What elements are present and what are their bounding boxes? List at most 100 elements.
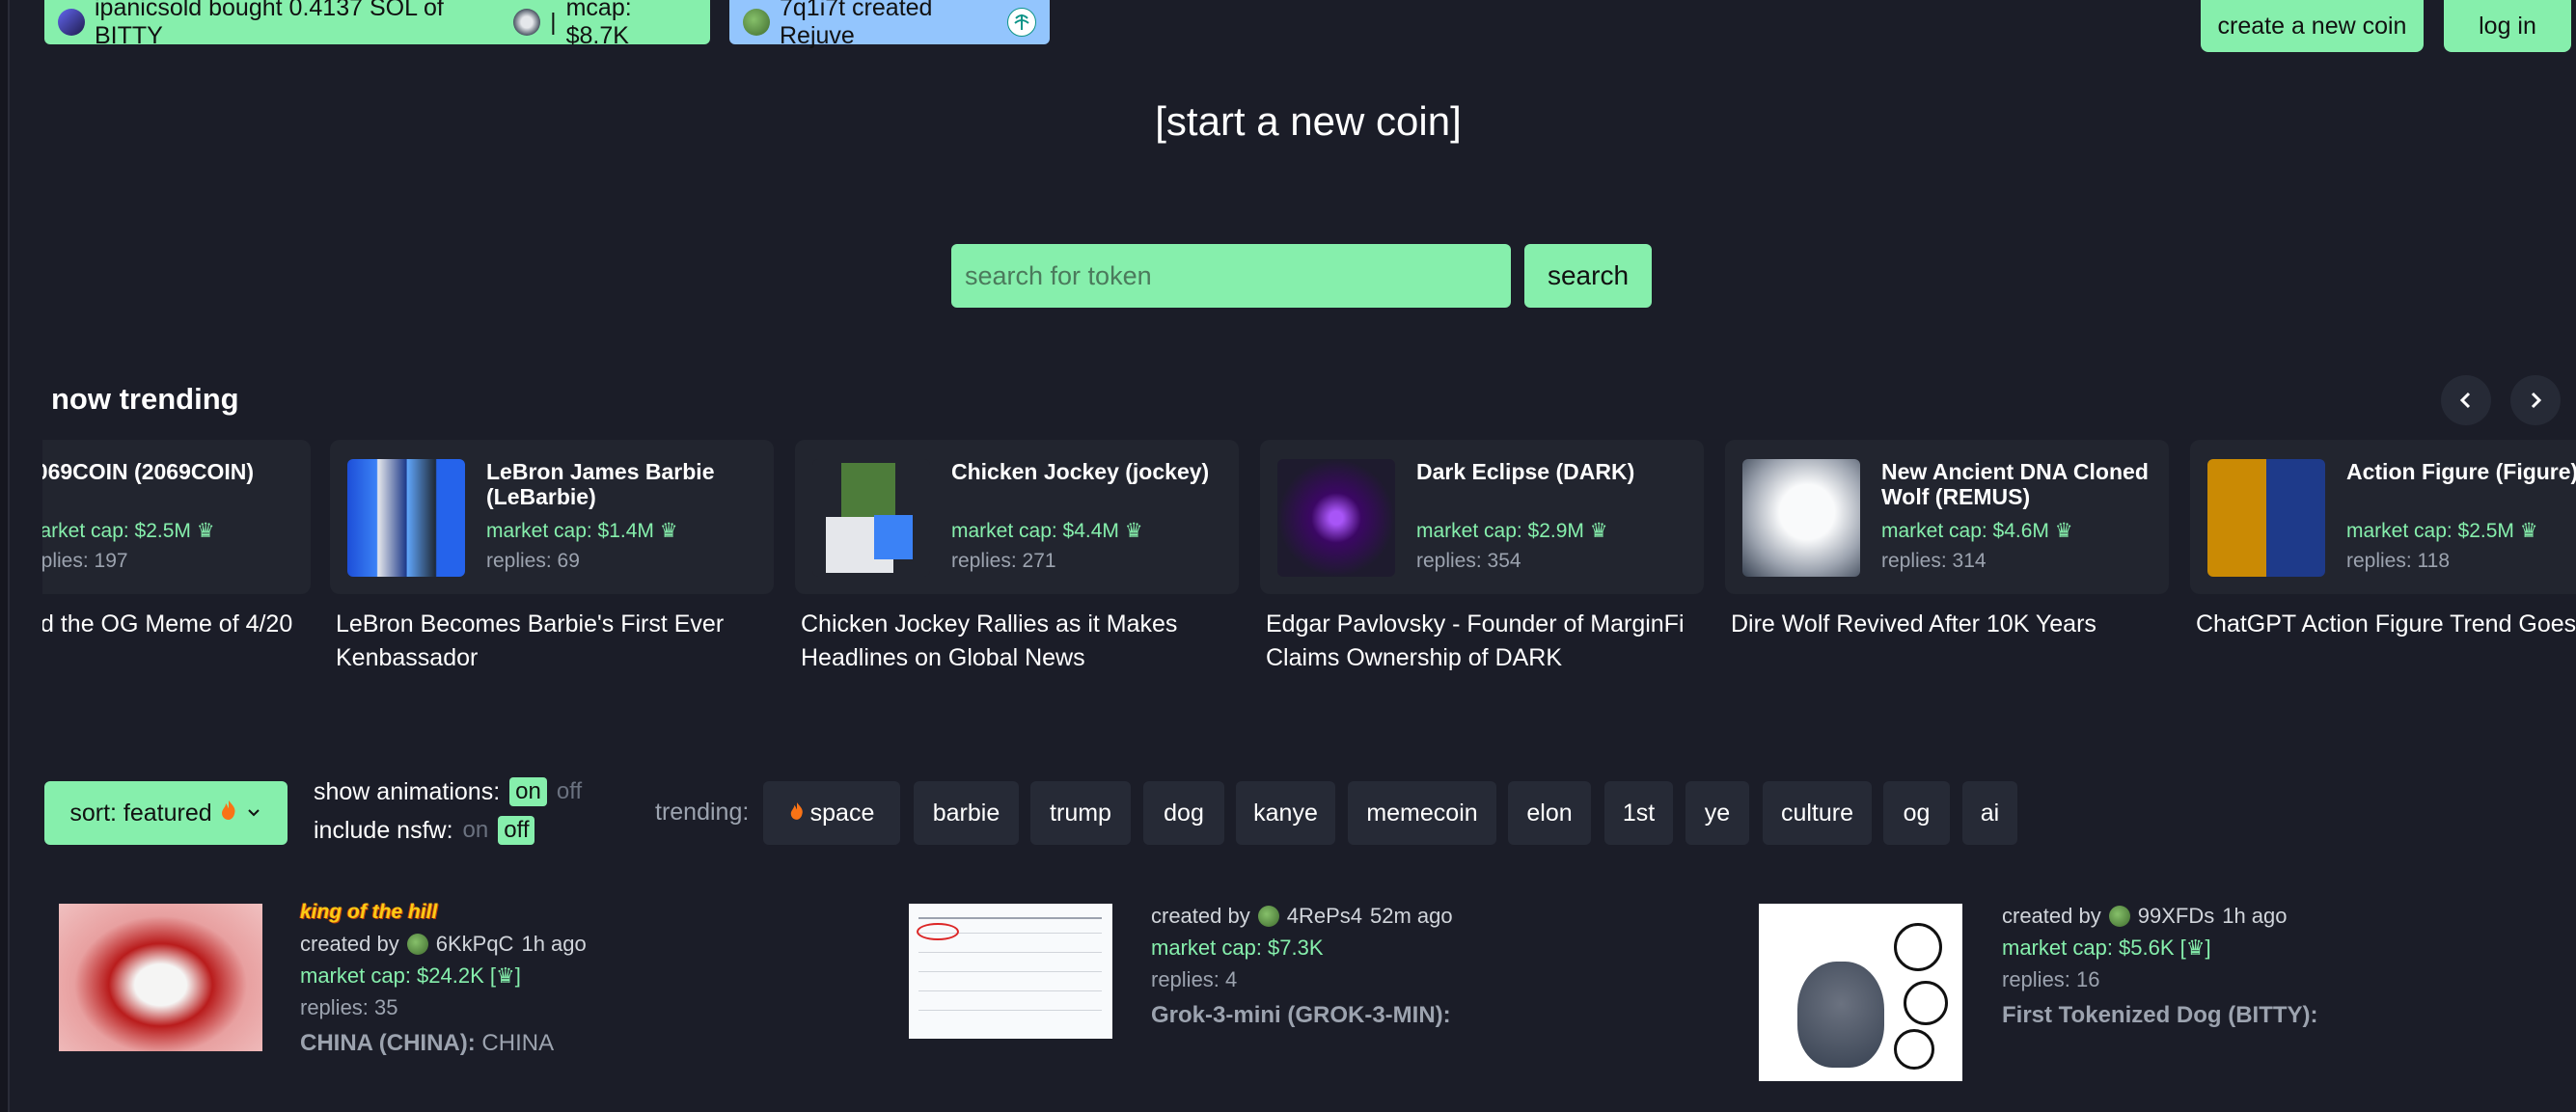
trending-card-box: Chicken Jockey (jockey) market cap: $4.4… xyxy=(795,440,1239,594)
replies-count: replies: 118 xyxy=(2346,550,2451,572)
trending-card-box: 2069COIN (2069COIN) market cap: $2.5M ♛ … xyxy=(42,440,311,594)
search-button[interactable]: search xyxy=(1524,244,1652,308)
sort-dropdown[interactable]: sort: featured xyxy=(44,781,288,845)
market-cap: market cap: $4.6M ♛ xyxy=(1881,520,2073,542)
sort-label: sort: featured xyxy=(69,799,212,827)
trending-label: trending: xyxy=(655,799,750,826)
coin-image[interactable] xyxy=(1759,904,1962,1081)
chip-barbie[interactable]: barbie xyxy=(914,781,1019,845)
trending-card-box: Dark Eclipse (DARK) market cap: $2.9M ♛ … xyxy=(1260,440,1704,594)
nsfw-on-option[interactable]: on xyxy=(463,817,489,844)
crown-icon: ♛ xyxy=(496,963,515,988)
creator-link[interactable]: 6KkPqC xyxy=(436,932,514,957)
coin-image xyxy=(812,459,930,577)
trending-card[interactable]: New Ancient DNA Cloned Wolf (REMUS) mark… xyxy=(1725,440,2169,641)
coin-title[interactable]: First Tokenized Dog (BITTY): xyxy=(2002,1002,2318,1029)
animations-toggle: show animations: on off xyxy=(314,777,582,806)
coin-name: Dark Eclipse (DARK) xyxy=(1416,459,1635,484)
buy-ticker-text: ipanicsold bought 0.4137 SOL of BITTY xyxy=(95,0,444,49)
trending-card[interactable]: Action Figure (Figure) market cap: $2.5M… xyxy=(2190,440,2576,641)
replies-count: replies: 314 xyxy=(1881,550,1987,572)
chevron-down-icon xyxy=(245,800,262,827)
chip-elon[interactable]: elon xyxy=(1508,781,1591,845)
market-cap: market cap: $2.9M ♛ xyxy=(1416,520,1608,542)
chip-dog[interactable]: dog xyxy=(1143,781,1224,845)
buy-ticker[interactable]: ipanicsold bought 0.4137 SOL of BITTY | … xyxy=(44,0,710,49)
left-border xyxy=(0,0,10,1112)
nsfw-off-option[interactable]: off xyxy=(498,816,535,845)
replies-count: replies: 16 xyxy=(2002,967,2100,991)
crown-icon: ♛ xyxy=(1589,520,1608,542)
search-input[interactable] xyxy=(951,244,1511,308)
pepe-avatar-icon xyxy=(1257,906,1279,927)
crown-icon: ♛ xyxy=(2519,520,2538,542)
crown-icon: ♛ xyxy=(2054,520,2073,542)
trending-card-box: New Ancient DNA Cloned Wolf (REMUS) mark… xyxy=(1725,440,2169,594)
trending-title: now trending xyxy=(51,382,239,416)
chip-kanye[interactable]: kanye xyxy=(1236,781,1335,845)
market-cap: market cap: $7.3K xyxy=(1151,936,1324,960)
replies-count: replies: 197 xyxy=(42,550,128,572)
trending-carousel: 2069COIN (2069COIN) market cap: $2.5M ♛ … xyxy=(42,440,2576,691)
creator-link[interactable]: 99XFDs xyxy=(2138,904,2214,929)
animations-off-option[interactable]: off xyxy=(557,778,582,805)
chip-memecoin[interactable]: memecoin xyxy=(1348,781,1496,845)
replies-count: replies: 271 xyxy=(951,550,1056,572)
chip-culture[interactable]: culture xyxy=(1763,781,1872,845)
buy-ticker-mcap: mcap: $8.7K xyxy=(565,0,632,49)
crown-icon: ♛ xyxy=(659,520,678,542)
carousel-prev-button[interactable] xyxy=(2441,375,2491,425)
pepe-avatar-icon xyxy=(743,9,770,36)
coin-image xyxy=(1277,459,1395,577)
coin-thumb-icon xyxy=(513,9,541,36)
create-coin-button[interactable]: create a new coin xyxy=(2201,0,2424,52)
coin-description: Edgar Pavlovsky - Founder of MarginFi Cl… xyxy=(1266,610,1685,671)
chip-space[interactable]: space xyxy=(763,781,900,845)
nsfw-toggle: include nsfw: on off xyxy=(314,816,535,845)
trending-card[interactable]: 2069COIN (2069COIN) market cap: $2.5M ♛ … xyxy=(42,440,311,641)
crown-icon: ♛ xyxy=(196,520,215,542)
coin-description: Dire Wolf Revived After 10K Years xyxy=(1731,610,2096,637)
crown-icon: ♛ xyxy=(1124,520,1143,542)
animations-label: show animations: xyxy=(314,777,501,805)
coin-image xyxy=(347,459,465,577)
creator-line: created by 99XFDs 1h ago xyxy=(2002,904,2288,929)
fire-icon xyxy=(789,800,805,827)
coin-image[interactable] xyxy=(59,904,262,1051)
coin-title[interactable]: Grok-3-mini (GROK-3-MIN): xyxy=(1151,1002,1451,1029)
coin-name: 2069COIN (2069COIN) xyxy=(42,459,255,484)
crown-icon: ♛ xyxy=(2185,936,2206,960)
replies-count: replies: 35 xyxy=(300,995,398,1019)
replies-count: replies: 4 xyxy=(1151,967,1238,991)
coin-title[interactable]: CHINA (CHINA): CHINA xyxy=(300,1030,554,1057)
chevron-right-icon xyxy=(2531,392,2542,409)
creator-link[interactable]: 4RePs4 xyxy=(1287,904,1362,929)
coin-name: Chicken Jockey (jockey) xyxy=(951,459,1210,484)
start-new-coin-link[interactable]: [start a new coin] xyxy=(0,98,2576,145)
carousel-next-button[interactable] xyxy=(2510,375,2561,425)
create-ticker-text: 7q1i7t created Rejuve xyxy=(780,0,933,49)
chip-ai[interactable]: ai xyxy=(1962,781,2017,845)
trending-card-box: Action Figure (Figure) market cap: $2.5M… xyxy=(2190,440,2576,594)
chip-og[interactable]: og xyxy=(1883,781,1950,845)
chip-ye[interactable]: ye xyxy=(1685,781,1749,845)
login-button[interactable]: log in xyxy=(2444,0,2571,52)
chip-1st[interactable]: 1st xyxy=(1604,781,1673,845)
king-of-the-hill-badge: king of the hill xyxy=(300,901,438,923)
nsfw-label: include nsfw: xyxy=(314,816,453,844)
chip-trump[interactable]: trump xyxy=(1030,781,1131,845)
trending-card[interactable]: Dark Eclipse (DARK) market cap: $2.9M ♛ … xyxy=(1260,440,1704,675)
coin-description: ChatGPT Action Figure Trend Goes xyxy=(2196,610,2576,637)
market-cap: market cap: $2.5M ♛ xyxy=(2346,520,2538,542)
trending-card[interactable]: LeBron James Barbie (LeBarbie) market ca… xyxy=(330,440,774,675)
coin-thumb-icon xyxy=(1007,8,1036,37)
animations-on-option[interactable]: on xyxy=(509,777,547,806)
create-ticker[interactable]: 7q1i7t created Rejuve xyxy=(729,0,1050,49)
coin-description: Chicken Jockey Rallies as it Makes Headl… xyxy=(801,610,1178,671)
trending-card-box: LeBron James Barbie (LeBarbie) market ca… xyxy=(330,440,774,594)
trending-card[interactable]: Chicken Jockey (jockey) market cap: $4.4… xyxy=(795,440,1239,675)
coin-image[interactable] xyxy=(909,904,1112,1039)
coin-name: LeBron James Barbie (LeBarbie) xyxy=(486,459,715,509)
user-avatar-icon xyxy=(58,9,85,36)
ticker-separator: | xyxy=(550,8,557,36)
